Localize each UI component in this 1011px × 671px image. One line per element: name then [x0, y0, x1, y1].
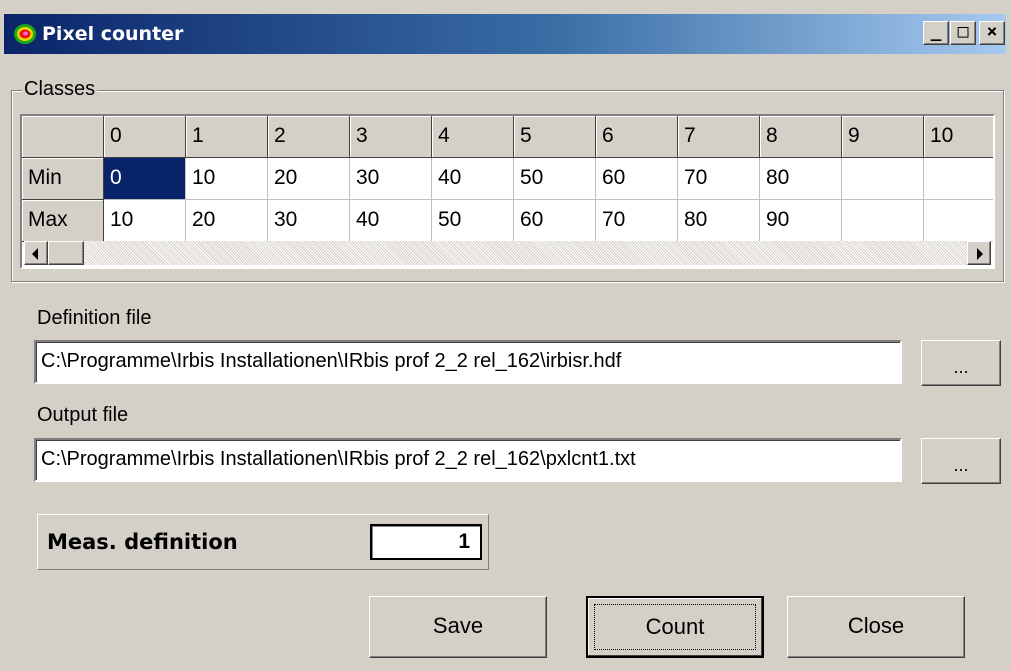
scroll-right-button[interactable] [967, 241, 991, 265]
minimize-icon: _ [930, 21, 942, 42]
column-header-7: 7 [678, 116, 760, 158]
classes-grid[interactable]: 0 1 2 3 4 5 6 7 8 9 10 Min 0 10 20 30 40 50 60 70 80 Max 10 20 3… [20, 114, 995, 269]
column-header-6: 6 [596, 116, 678, 158]
grid-cell-min-5[interactable]: 50 [514, 158, 596, 200]
column-header-4: 4 [432, 116, 514, 158]
output-file-browse-button[interactable]: ... [921, 438, 1001, 484]
row-header-max: Max [22, 200, 104, 242]
grid-cell-min-7[interactable]: 70 [678, 158, 760, 200]
thermal-blob-icon [14, 24, 36, 44]
column-header-2: 2 [268, 116, 350, 158]
grid-cell-max-4[interactable]: 50 [432, 200, 514, 242]
grid-cell-max-2[interactable]: 30 [268, 200, 350, 242]
grid-cell-min-8[interactable]: 80 [760, 158, 842, 200]
title-bar[interactable]: Pixel counter _ □ × [4, 14, 1006, 54]
grid-cell-max-5[interactable]: 60 [514, 200, 596, 242]
grid-cell-max-9[interactable] [842, 200, 924, 242]
horizontal-scrollbar[interactable] [24, 241, 991, 265]
definition-file-browse-button[interactable]: ... [921, 340, 1001, 386]
column-header-10: 10 [924, 116, 993, 158]
grid-corner-cell [22, 116, 104, 158]
close-icon: × [986, 21, 998, 42]
pixel-counter-window: Pixel counter _ □ × Classes 0 1 2 3 4 5 6 7 8 9 10… [0, 0, 1011, 671]
classes-group-label: Classes [22, 76, 98, 102]
grid-cell-max-1[interactable]: 20 [186, 200, 268, 242]
row-header-min: Min [22, 158, 104, 200]
save-button[interactable]: Save [369, 596, 547, 658]
meas-definition-panel: Meas. definition 1 [37, 514, 489, 570]
column-header-8: 8 [760, 116, 842, 158]
meas-definition-label: Meas. definition [47, 530, 238, 554]
grid-cell-max-10[interactable] [924, 200, 993, 242]
grid-cell-min-9[interactable] [842, 158, 924, 200]
maximize-button[interactable]: □ [950, 21, 976, 45]
count-button[interactable]: Count [586, 596, 764, 658]
close-button[interactable]: Close [787, 596, 965, 658]
window-title: Pixel counter [42, 23, 184, 45]
grid-cell-max-0[interactable]: 10 [104, 200, 186, 242]
column-header-3: 3 [350, 116, 432, 158]
maximize-icon: □ [957, 21, 969, 42]
output-file-input[interactable]: C:\Programme\Irbis Installationen\IRbis … [34, 438, 902, 482]
grid-cell-min-10[interactable] [924, 158, 993, 200]
save-button-label: Save [432, 613, 484, 638]
column-header-0: 0 [104, 116, 186, 158]
close-button-label: Close [847, 613, 905, 638]
focus-rectangle [594, 604, 756, 650]
grid-cell-max-6[interactable]: 70 [596, 200, 678, 242]
output-file-label: Output file [37, 404, 129, 426]
minimize-button[interactable]: _ [923, 21, 949, 45]
close-window-button[interactable]: × [979, 21, 1005, 45]
grid-cell-min-2[interactable]: 20 [268, 158, 350, 200]
arrow-left-icon [32, 248, 38, 260]
definition-file-input[interactable]: C:\Programme\Irbis Installationen\IRbis … [34, 340, 902, 384]
column-header-1: 1 [186, 116, 268, 158]
grid-cell-min-0[interactable]: 0 [104, 158, 186, 200]
grid-cell-min-4[interactable]: 40 [432, 158, 514, 200]
scrollbar-thumb[interactable] [48, 241, 84, 265]
grid-cell-max-7[interactable]: 80 [678, 200, 760, 242]
arrow-right-icon [977, 248, 983, 260]
grid-cell-max-3[interactable]: 40 [350, 200, 432, 242]
grid-cell-min-1[interactable]: 10 [186, 158, 268, 200]
scroll-left-button[interactable] [24, 241, 48, 265]
column-header-5: 5 [514, 116, 596, 158]
definition-file-label: Definition file [37, 307, 152, 329]
column-header-9: 9 [842, 116, 924, 158]
grid-cell-min-6[interactable]: 60 [596, 158, 678, 200]
grid-cell-max-8[interactable]: 90 [760, 200, 842, 242]
grid-cell-min-3[interactable]: 30 [350, 158, 432, 200]
meas-definition-input[interactable]: 1 [370, 524, 482, 560]
